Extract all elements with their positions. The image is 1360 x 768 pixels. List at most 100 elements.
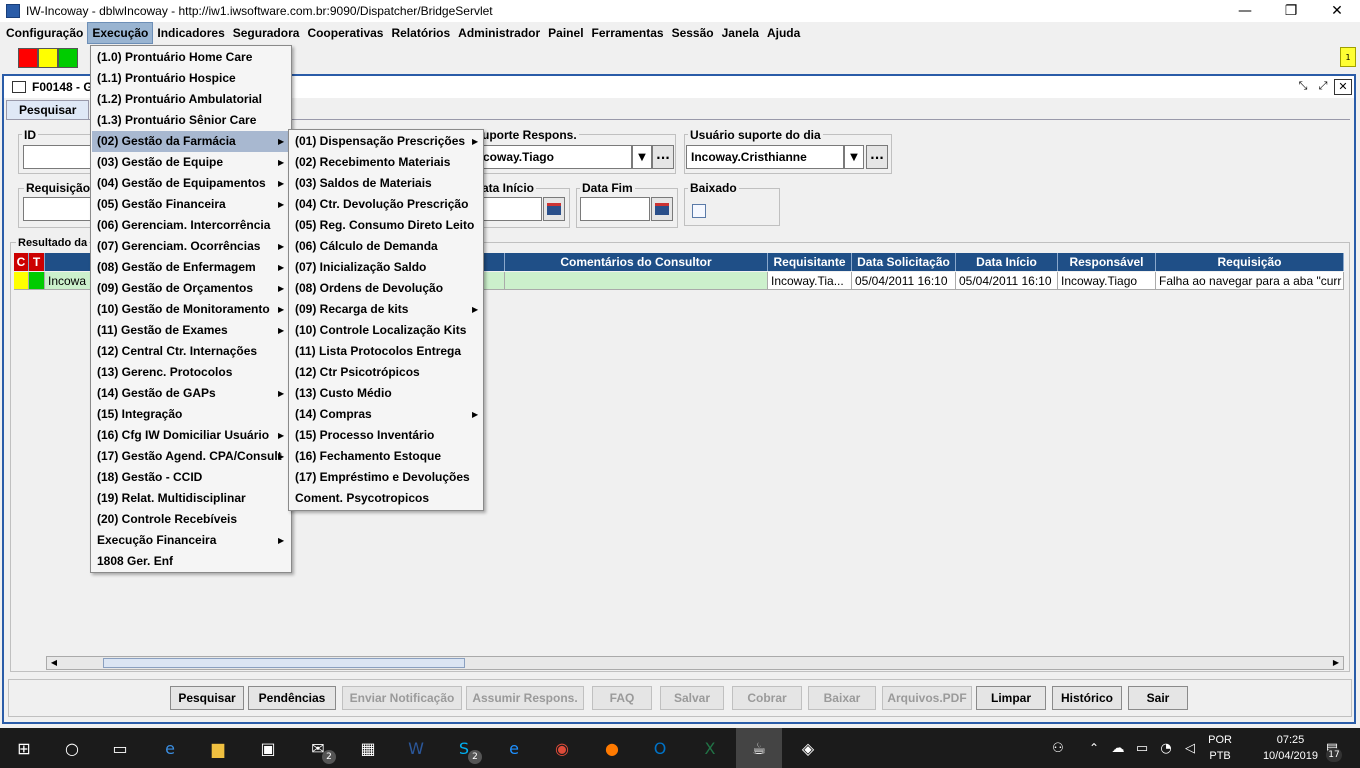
requisicao-input[interactable]: [23, 197, 93, 221]
execucao-menu-item[interactable]: (04) Gestão de Equipamentos: [92, 173, 290, 194]
internet-explorer-icon[interactable]: e: [502, 736, 526, 760]
data-fim-calendar-icon[interactable]: [651, 197, 673, 221]
menu-ajuda[interactable]: Ajuda: [763, 23, 804, 43]
row-requisitante-cell[interactable]: Incoway.Tia...: [768, 272, 852, 290]
farmacia-menu-item[interactable]: (06) Cálculo de Demanda: [290, 236, 482, 257]
header-requisitante[interactable]: Requisitante: [768, 253, 852, 271]
row-responsavel-cell[interactable]: Incoway.Tiago: [1058, 272, 1156, 290]
execucao-menu-item[interactable]: (17) Gestão Agend. CPA/Consult: [92, 446, 290, 467]
word-icon[interactable]: W: [404, 736, 428, 760]
cloud-icon[interactable]: ☁: [1106, 736, 1130, 760]
suporte-dia-combo[interactable]: Incoway.Cristhianne: [686, 145, 844, 169]
search-icon[interactable]: ○: [60, 736, 84, 760]
enviar-notificacao-button[interactable]: Enviar Notificação: [342, 686, 462, 710]
farmacia-menu-item[interactable]: (17) Empréstimo e Devoluções: [290, 467, 482, 488]
menu-administrador[interactable]: Administrador: [454, 23, 544, 43]
menu-indicadores[interactable]: Indicadores: [153, 23, 228, 43]
farmacia-menu-item[interactable]: (04) Ctr. Devolução Prescrição: [290, 194, 482, 215]
farmacia-menu-item[interactable]: (08) Ordens de Devolução: [290, 278, 482, 299]
maximize-frame-icon[interactable]: ⤢: [1314, 79, 1332, 95]
farmacia-menu-item[interactable]: (13) Custo Médio: [290, 383, 482, 404]
minimize-button[interactable]: —: [1222, 0, 1268, 22]
task-view-icon[interactable]: ▭: [108, 736, 132, 760]
execucao-menu-item[interactable]: Execução Financeira: [92, 530, 290, 551]
scroll-left-icon[interactable]: ◀: [47, 657, 61, 669]
assumir-respons-button[interactable]: Assumir Respons.: [466, 686, 584, 710]
execucao-menu-item[interactable]: (12) Central Ctr. Internações: [92, 341, 290, 362]
row-comentarios-cell[interactable]: [505, 272, 768, 290]
row-data-inicio-cell[interactable]: 05/04/2011 16:10: [956, 272, 1058, 290]
header-comentarios[interactable]: Comentários do Consultor: [505, 253, 768, 271]
menu-cooperativas[interactable]: Cooperativas: [303, 23, 387, 43]
battery-icon[interactable]: ▭: [1130, 736, 1154, 760]
execucao-menu-item[interactable]: (11) Gestão de Exames: [92, 320, 290, 341]
execucao-menu-item[interactable]: (13) Gerenc. Protocolos: [92, 362, 290, 383]
green-status-button[interactable]: [58, 48, 78, 68]
historico-button[interactable]: Histórico: [1052, 686, 1122, 710]
execucao-menu-item[interactable]: (05) Gestão Financeira: [92, 194, 290, 215]
farmacia-menu-item[interactable]: (05) Reg. Consumo Direto Leito: [290, 215, 482, 236]
farmacia-menu-item[interactable]: (02) Recebimento Materiais: [290, 152, 482, 173]
execucao-menu-item[interactable]: (16) Cfg IW Domiciliar Usuário: [92, 425, 290, 446]
farmacia-menu-item[interactable]: (01) Dispensação Prescrições: [290, 131, 482, 152]
language-indicator[interactable]: POR PTB: [1208, 732, 1232, 764]
execucao-menu-item[interactable]: (09) Gestão de Orçamentos: [92, 278, 290, 299]
execucao-menu-item[interactable]: (1.1) Prontuário Hospice: [92, 68, 290, 89]
salvar-button[interactable]: Salvar: [660, 686, 724, 710]
header-responsavel[interactable]: Responsável: [1058, 253, 1156, 271]
execucao-menu-item[interactable]: (15) Integração: [92, 404, 290, 425]
firefox-icon[interactable]: ●: [600, 736, 624, 760]
maximize-button[interactable]: ❐: [1268, 0, 1314, 22]
farmacia-menu-item[interactable]: (10) Controle Localização Kits: [290, 320, 482, 341]
menu-ferramentas[interactable]: Ferramentas: [588, 23, 668, 43]
outlook-icon[interactable]: O: [648, 736, 672, 760]
sair-button[interactable]: Sair: [1128, 686, 1188, 710]
execucao-menu-item[interactable]: (08) Gestão de Enfermagem: [92, 257, 290, 278]
execucao-menu-item[interactable]: (20) Controle Recebíveis: [92, 509, 290, 530]
red-status-button[interactable]: [18, 48, 38, 68]
menu-seguradora[interactable]: Seguradora: [229, 23, 304, 43]
farmacia-menu-item[interactable]: (14) Compras: [290, 404, 482, 425]
menu-sessao[interactable]: Sessão: [668, 23, 718, 43]
row-data-solicitacao-cell[interactable]: 05/04/2011 16:10: [852, 272, 956, 290]
farmacia-menu-item[interactable]: (07) Inicialização Saldo: [290, 257, 482, 278]
cobrar-button[interactable]: Cobrar: [732, 686, 802, 710]
menu-painel[interactable]: Painel: [544, 23, 587, 43]
chrome-icon[interactable]: ◉: [550, 736, 574, 760]
execucao-menu-item[interactable]: (10) Gestão de Monitoramento: [92, 299, 290, 320]
execucao-menu-item[interactable]: (07) Gerenciam. Ocorrências: [92, 236, 290, 257]
excel-icon[interactable]: X: [698, 736, 722, 760]
data-inicio-calendar-icon[interactable]: [543, 197, 565, 221]
baixado-checkbox[interactable]: [692, 204, 706, 218]
network-app-icon[interactable]: ▦: [356, 736, 380, 760]
java-app-icon[interactable]: ☕: [736, 728, 782, 768]
farmacia-menu-item[interactable]: (15) Processo Inventário: [290, 425, 482, 446]
suporte-ellipsis-button[interactable]: ...: [652, 145, 674, 169]
execucao-menu-item[interactable]: (1.2) Prontuário Ambulatorial: [92, 89, 290, 110]
header-t[interactable]: T: [29, 253, 45, 271]
windows-start-icon[interactable]: ⊞: [12, 736, 36, 760]
id-input[interactable]: [23, 145, 93, 169]
edge-icon[interactable]: e: [158, 736, 182, 760]
remote-app-icon[interactable]: ◈: [796, 736, 820, 760]
faq-button[interactable]: FAQ: [592, 686, 652, 710]
tray-chevron-icon[interactable]: ⌃: [1082, 736, 1106, 760]
restore-frame-icon[interactable]: ⤡: [1294, 79, 1312, 95]
scroll-right-icon[interactable]: ▶: [1329, 657, 1343, 669]
tab-pesquisar[interactable]: Pesquisar: [6, 100, 90, 120]
execucao-menu-item[interactable]: (19) Relat. Multidisciplinar: [92, 488, 290, 509]
arquivos-pdf-button[interactable]: Arquivos.PDF: [882, 686, 972, 710]
execucao-menu-item[interactable]: (14) Gestão de GAPs: [92, 383, 290, 404]
execucao-menu-item[interactable]: (02) Gestão da Farmácia: [92, 131, 290, 152]
clock[interactable]: 07:25 10/04/2019: [1263, 732, 1318, 764]
store-icon[interactable]: ▣: [256, 736, 280, 760]
suporte-combo[interactable]: coway.Tiago: [478, 145, 632, 169]
menu-janela[interactable]: Janela: [718, 23, 763, 43]
farmacia-menu-item[interactable]: (12) Ctr Psicotrópicos: [290, 362, 482, 383]
limpar-button[interactable]: Limpar: [976, 686, 1046, 710]
suporte-dropdown-icon[interactable]: ▼: [632, 145, 652, 169]
menu-relatorios[interactable]: Relatórios: [387, 23, 454, 43]
execucao-menu-item[interactable]: (06) Gerenciam. Intercorrência: [92, 215, 290, 236]
close-frame-icon[interactable]: ✕: [1334, 79, 1352, 95]
farmacia-menu-item[interactable]: (03) Saldos de Materiais: [290, 173, 482, 194]
